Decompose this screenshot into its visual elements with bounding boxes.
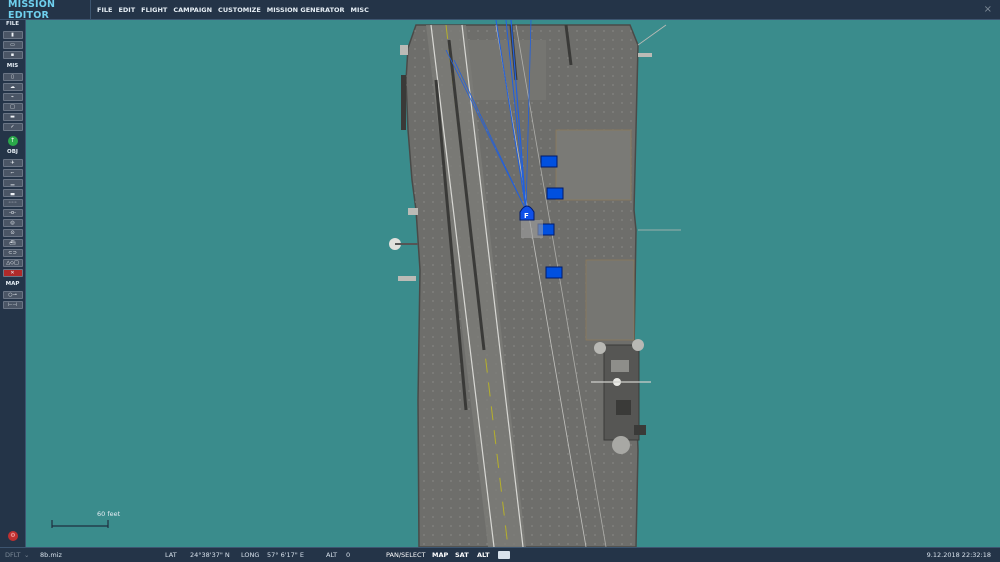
alt-mode-button[interactable]: ALT — [477, 551, 490, 559]
hull-fitting — [408, 208, 418, 215]
options-icon[interactable]: ▬ — [2, 113, 23, 121]
toolbar-section-mis: MIS — [6, 63, 19, 69]
ruler-icon[interactable]: ⊢⊣ — [2, 301, 23, 309]
menu-customize[interactable]: CUSTOMIZE — [218, 6, 261, 14]
green-circle-icon[interactable]: ↑ — [7, 136, 18, 146]
menu-misc[interactable]: MISC — [351, 6, 369, 14]
long-label: LONG — [241, 551, 260, 559]
map-scale: 60 feet — [51, 510, 121, 528]
hull-fitting — [401, 75, 406, 130]
chevron-down-icon[interactable]: ⌄ — [24, 551, 29, 559]
close-icon[interactable]: × — [984, 4, 992, 15]
deck-panel — [555, 129, 632, 201]
menu-campaign[interactable]: CAMPAIGN — [173, 6, 212, 14]
naval-icon[interactable]: ⛴ — [2, 239, 23, 247]
key-icon[interactable]: ○⊸ — [2, 291, 23, 299]
check-icon[interactable]: ✓ — [2, 123, 23, 131]
camera-icon[interactable] — [498, 551, 510, 559]
sat-mode-button[interactable]: SAT — [455, 551, 469, 559]
toolbar-section-map: MAP — [5, 281, 20, 287]
menu-divider — [90, 0, 91, 20]
triggers-icon[interactable]: ⌁ — [2, 93, 23, 101]
lat-value: 24°38'37" N — [190, 551, 230, 559]
toolbar-section-obj: OBJ — [7, 149, 18, 155]
target-icon[interactable]: ⊙ — [2, 229, 23, 237]
unit-marker[interactable] — [540, 155, 558, 168]
open-folder-icon[interactable]: ▭ — [2, 41, 23, 49]
hull-fitting — [638, 53, 652, 57]
left-toolbar: FILE ▮ ▭ ▪ MIS ▯ ☁ ⌁ □ ▬ ✓ ↑ OBJ ✈ ⌐ ▁ ▃… — [0, 20, 26, 547]
alt-label: ALT — [326, 551, 338, 559]
static-object-icon[interactable]: ◦◦◦ — [2, 199, 23, 207]
goals-icon[interactable]: □ — [2, 103, 23, 111]
settings-red-icon[interactable]: ⚙ — [8, 531, 18, 541]
waypoint-icon[interactable]: -o- — [2, 209, 23, 217]
delete-icon[interactable]: ✕ — [2, 269, 23, 277]
map-view[interactable]: F 60 feet — [26, 20, 1000, 547]
save-disk-icon[interactable]: ▪ — [2, 51, 23, 59]
menu-flight[interactable]: FLIGHT — [141, 6, 167, 14]
unit-marker[interactable] — [546, 187, 564, 200]
weather-cloud-icon[interactable]: ☁ — [2, 83, 23, 91]
status-bar: DFLT ⌄ 8b.miz LAT 24°38'37" N LONG 57° 6… — [0, 547, 1000, 562]
antenna-line — [637, 24, 667, 46]
new-file-icon[interactable]: ▮ — [2, 31, 23, 39]
helicopter-icon[interactable]: ⌐ — [2, 169, 23, 177]
menu-file[interactable]: FILE — [97, 6, 112, 14]
menu-edit[interactable]: EDIT — [118, 6, 135, 14]
hull-fitting — [398, 276, 416, 281]
coalition-select[interactable]: DFLT — [5, 551, 20, 559]
plane-icon[interactable]: ✈ — [2, 159, 23, 167]
menu-bar: MISSION EDITOR FILE EDIT FLIGHT CAMPAIGN… — [0, 0, 1000, 21]
long-value: 57° 6'17" E — [267, 551, 304, 559]
vehicle-icon[interactable]: ▃ — [2, 189, 23, 197]
unit-marker[interactable] — [545, 266, 563, 279]
pan-select-button[interactable]: PAN/SELECT — [386, 551, 425, 559]
scale-label: 60 feet — [97, 510, 121, 518]
map-mode-button[interactable]: MAP — [432, 551, 448, 559]
svg-text:F: F — [524, 212, 529, 220]
zone-icon[interactable]: ◎ — [2, 219, 23, 227]
map-canvas[interactable]: F 60 feet — [26, 20, 1000, 547]
menu-mission-generator[interactable]: MISSION GENERATOR — [267, 6, 345, 14]
lat-label: LAT — [165, 551, 177, 559]
mission-filename: 8b.miz — [40, 551, 62, 559]
mission-editor-window: MISSION EDITOR FILE EDIT FLIGHT CAMPAIGN… — [0, 0, 1000, 562]
ship-icon[interactable]: ▁ — [2, 179, 23, 187]
deck-panel — [585, 259, 635, 341]
deck-panel — [466, 40, 546, 100]
alt-value: 0 — [346, 551, 351, 559]
app-title: MISSION EDITOR — [8, 0, 56, 21]
template-icon[interactable]: ⊂⊃ — [2, 249, 23, 257]
hull-fitting — [400, 45, 408, 55]
toolbar-section-file: FILE — [5, 21, 20, 27]
datetime: 9.12.2018 22:32:18 — [926, 551, 991, 559]
shapes-icon[interactable]: △◇□ — [2, 259, 23, 267]
briefing-icon[interactable]: ▯ — [2, 73, 23, 81]
